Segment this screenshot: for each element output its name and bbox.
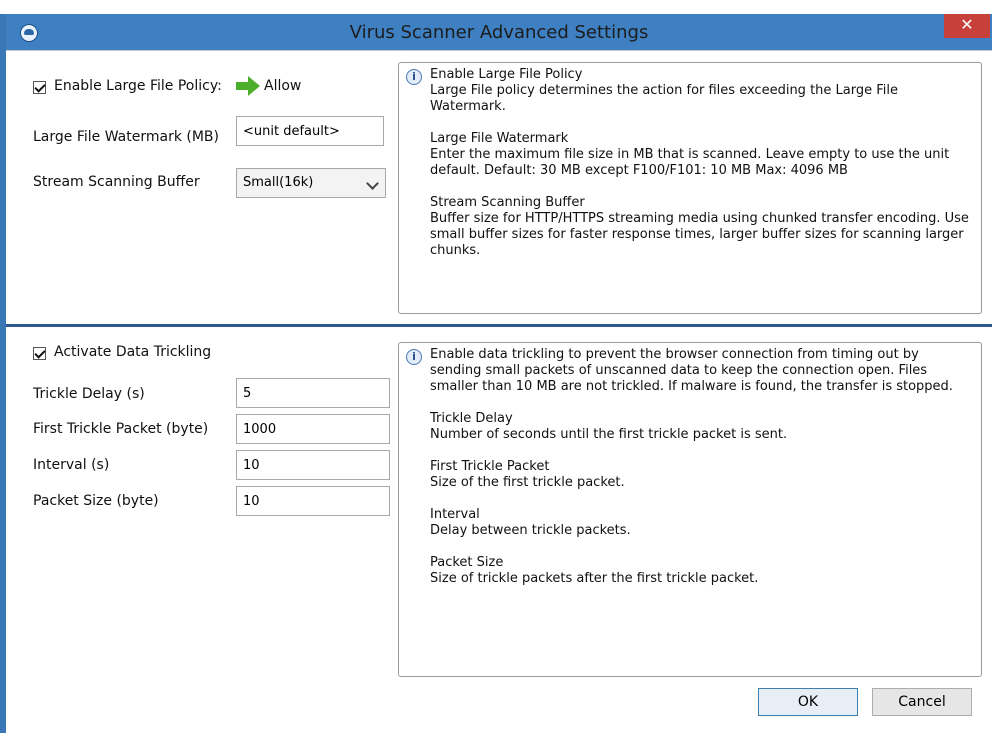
packet-size-label: Packet Size (byte) bbox=[33, 493, 159, 509]
trickling-info-box: i Enable data trickling to prevent the b… bbox=[398, 342, 982, 677]
interval-input[interactable] bbox=[236, 450, 390, 480]
stream-buffer-select[interactable]: Small(16k) bbox=[236, 168, 386, 198]
info-text-trickling-intro: Enable data trickling to prevent the bro… bbox=[430, 347, 953, 394]
info-text-interval: Delay between trickle packets. bbox=[430, 523, 631, 538]
info-text-trickle-delay: Number of seconds until the first trickl… bbox=[430, 427, 788, 442]
title-divider bbox=[6, 50, 992, 51]
activate-trickling-checkbox[interactable] bbox=[33, 347, 46, 360]
info-heading-first-packet: First Trickle Packet bbox=[430, 459, 550, 474]
title-bar[interactable]: Virus Scanner Advanced Settings ✕ bbox=[6, 14, 992, 51]
activate-trickling-label: Activate Data Trickling bbox=[54, 344, 212, 360]
info-text-watermark: Enter the maximum file size in MB that i… bbox=[430, 147, 950, 178]
enable-large-file-checkbox[interactable] bbox=[33, 81, 46, 94]
packet-size-input[interactable] bbox=[236, 486, 390, 516]
close-button[interactable]: ✕ bbox=[944, 14, 990, 38]
trickle-delay-label: Trickle Delay (s) bbox=[33, 386, 145, 402]
info-text-first-packet: Size of the first trickle packet. bbox=[430, 475, 625, 490]
first-packet-input[interactable] bbox=[236, 414, 390, 444]
info-heading-interval: Interval bbox=[430, 507, 480, 522]
enable-large-file-label: Enable Large File Policy: bbox=[54, 78, 222, 94]
info-text-large-file: Large File policy determines the action … bbox=[430, 83, 898, 114]
info-heading-trickle-delay: Trickle Delay bbox=[430, 411, 513, 426]
trickle-delay-input[interactable] bbox=[236, 378, 390, 408]
large-file-info-box: i Enable Large File Policy Large File po… bbox=[398, 62, 982, 314]
info-icon: i bbox=[406, 69, 422, 85]
first-packet-label: First Trickle Packet (byte) bbox=[33, 421, 209, 437]
info-icon: i bbox=[406, 349, 422, 365]
stream-buffer-label: Stream Scanning Buffer bbox=[33, 174, 200, 190]
allow-label: Allow bbox=[264, 78, 302, 94]
allow-arrow-icon bbox=[236, 76, 260, 96]
info-heading-packet-size: Packet Size bbox=[430, 555, 504, 570]
interval-label: Interval (s) bbox=[33, 457, 110, 473]
info-heading-watermark: Large File Watermark bbox=[430, 131, 569, 146]
cancel-button[interactable]: Cancel bbox=[872, 688, 972, 716]
info-text-packet-size: Size of trickle packets after the first … bbox=[430, 571, 759, 586]
info-heading-stream-buffer: Stream Scanning Buffer bbox=[430, 195, 585, 210]
watermark-input[interactable] bbox=[236, 116, 384, 146]
window-title: Virus Scanner Advanced Settings bbox=[349, 22, 649, 43]
info-heading-large-file: Enable Large File Policy bbox=[430, 67, 583, 82]
ok-button[interactable]: OK bbox=[758, 688, 858, 716]
info-text-stream-buffer: Buffer size for HTTP/HTTPS streaming med… bbox=[430, 211, 969, 258]
watermark-label: Large File Watermark (MB) bbox=[33, 129, 219, 145]
chevron-down-icon bbox=[366, 177, 379, 190]
section-divider bbox=[6, 324, 992, 327]
stream-buffer-value: Small(16k) bbox=[243, 175, 314, 190]
settings-window: Virus Scanner Advanced Settings ✕ Enable… bbox=[0, 14, 992, 733]
